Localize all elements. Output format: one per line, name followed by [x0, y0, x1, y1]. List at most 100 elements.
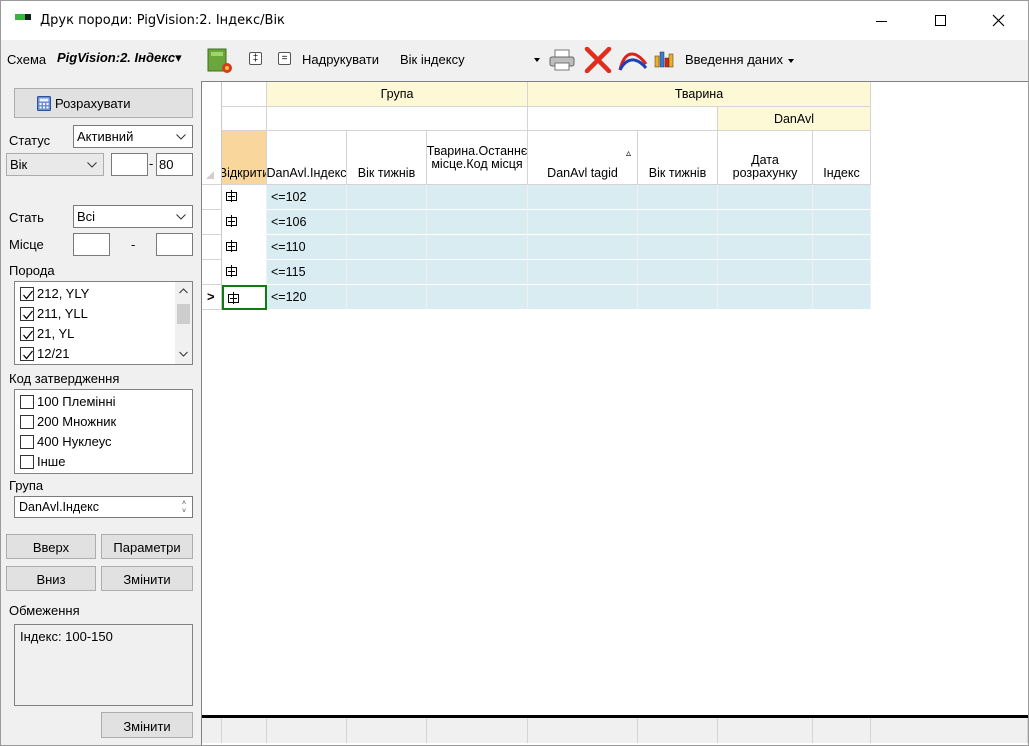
- expand-row-cell[interactable]: [222, 260, 267, 285]
- expand-row-cell[interactable]: [222, 235, 267, 260]
- breed-list-scrollbar[interactable]: [175, 282, 192, 364]
- data-cell[interactable]: [427, 260, 528, 285]
- pivot-grid[interactable]: Група Тварина DanAvl Відкрити DanAvl.Інд…: [201, 81, 1028, 745]
- chevron-up-icon[interactable]: [179, 288, 188, 294]
- column-header-danavl-tagid[interactable]: ▵ DanAvl tagid: [528, 131, 638, 185]
- curve-chart-icon[interactable]: [618, 48, 648, 72]
- data-cell[interactable]: [347, 235, 427, 260]
- collapse-all-button[interactable]: =: [278, 52, 291, 65]
- checkbox[interactable]: [20, 415, 34, 429]
- close-button[interactable]: [969, 1, 1027, 40]
- column-header-age-weeks[interactable]: Вік тижнів: [347, 131, 427, 185]
- status-select[interactable]: Активний: [73, 125, 193, 148]
- maximize-button[interactable]: [911, 1, 969, 40]
- column-header-open[interactable]: Відкрити: [222, 131, 267, 185]
- band-danavl[interactable]: DanAvl: [718, 107, 871, 131]
- data-cell[interactable]: [638, 185, 718, 210]
- print-option-select[interactable]: Вік індексу: [397, 49, 543, 71]
- expand-icon[interactable]: [226, 215, 237, 227]
- scrollbar-thumb[interactable]: [177, 304, 190, 324]
- updown-icon[interactable]: ˄ ˅: [178, 500, 190, 516]
- change-group-button[interactable]: Змінити: [101, 566, 193, 591]
- row-header[interactable]: >: [202, 285, 222, 310]
- data-cell[interactable]: [528, 210, 638, 235]
- expand-row-cell[interactable]: [222, 210, 267, 235]
- data-cell[interactable]: [427, 185, 528, 210]
- danavl-index-cell[interactable]: <=120: [267, 285, 347, 310]
- place-from-input[interactable]: [73, 233, 110, 256]
- checkbox[interactable]: [20, 435, 34, 449]
- row-header[interactable]: [202, 185, 222, 210]
- row-header[interactable]: [202, 235, 222, 260]
- data-cell[interactable]: [638, 260, 718, 285]
- data-cell[interactable]: [638, 210, 718, 235]
- data-cell[interactable]: [718, 260, 813, 285]
- danavl-index-cell[interactable]: <=106: [267, 210, 347, 235]
- age-select[interactable]: Вік: [6, 153, 104, 176]
- column-header-danavl-index[interactable]: DanAvl.Індекс: [267, 131, 347, 185]
- scheme-dropdown[interactable]: PigVision:2. Індекс▾: [57, 50, 197, 70]
- column-header-last-place[interactable]: Тварина.Останнє місце.Код місця: [427, 131, 528, 185]
- column-header-calc-date[interactable]: Дата розрахунку: [718, 131, 813, 185]
- data-cell[interactable]: [528, 285, 638, 310]
- data-cell[interactable]: [718, 185, 813, 210]
- age-to-input[interactable]: 80: [156, 153, 193, 176]
- expand-icon[interactable]: [226, 265, 237, 277]
- checkbox[interactable]: [20, 347, 34, 361]
- group-field[interactable]: DanAvl.Індекс ˄ ˅: [14, 496, 193, 518]
- expand-icon[interactable]: [226, 240, 237, 252]
- data-cell[interactable]: [347, 260, 427, 285]
- breed-list[interactable]: 212, YLY 211, YLL 21, YL 12/21: [14, 281, 193, 365]
- data-cell[interactable]: [813, 210, 871, 235]
- data-cell[interactable]: [427, 210, 528, 235]
- approval-list[interactable]: 100 Племінні 200 Множник 400 Нуклеус Інш…: [14, 389, 193, 474]
- data-cell[interactable]: [813, 185, 871, 210]
- checkbox[interactable]: [20, 455, 34, 469]
- data-cell[interactable]: [427, 285, 528, 310]
- data-cell[interactable]: [638, 235, 718, 260]
- column-header-animal-age-weeks[interactable]: Вік тижнів: [638, 131, 718, 185]
- checkbox[interactable]: [20, 307, 34, 321]
- minimize-button[interactable]: [852, 1, 910, 40]
- checkbox[interactable]: [20, 287, 34, 301]
- data-cell[interactable]: [638, 285, 718, 310]
- danavl-index-cell[interactable]: <=115: [267, 260, 347, 285]
- danavl-index-cell[interactable]: <=102: [267, 185, 347, 210]
- data-cell[interactable]: [347, 285, 427, 310]
- band-animal[interactable]: Тварина: [528, 82, 871, 107]
- bar-chart-icon[interactable]: [654, 50, 674, 68]
- checkbox[interactable]: [20, 327, 34, 341]
- row-header[interactable]: [202, 210, 222, 235]
- data-cell[interactable]: [813, 260, 871, 285]
- expand-row-cell[interactable]: [222, 185, 267, 210]
- calculate-button[interactable]: Розрахувати: [14, 88, 193, 118]
- expand-all-button[interactable]: ‡: [249, 52, 262, 65]
- age-from-input[interactable]: [111, 153, 148, 176]
- scheme-settings-icon[interactable]: [206, 47, 234, 75]
- data-cell[interactable]: [813, 235, 871, 260]
- expand-icon[interactable]: [228, 292, 239, 304]
- expand-icon[interactable]: [226, 190, 237, 202]
- parameters-button[interactable]: Параметри: [101, 534, 193, 559]
- data-cell[interactable]: [718, 210, 813, 235]
- printer-icon[interactable]: [549, 49, 575, 71]
- chevron-down-icon[interactable]: [179, 351, 188, 357]
- band-group[interactable]: Група: [267, 82, 528, 107]
- sex-select[interactable]: Всі: [73, 205, 193, 228]
- up-button[interactable]: Вверх: [6, 534, 96, 559]
- row-header[interactable]: [202, 260, 222, 285]
- data-cell[interactable]: [718, 235, 813, 260]
- data-cell[interactable]: [528, 260, 638, 285]
- data-entry-menu[interactable]: Введення даних: [685, 52, 794, 67]
- expand-row-cell[interactable]: [222, 285, 267, 310]
- checkbox[interactable]: [20, 395, 34, 409]
- data-cell[interactable]: [528, 235, 638, 260]
- data-cell[interactable]: [813, 285, 871, 310]
- change-restrictions-button[interactable]: Змінити: [101, 712, 193, 738]
- data-cell[interactable]: [718, 285, 813, 310]
- data-cell[interactable]: [528, 185, 638, 210]
- place-to-input[interactable]: [156, 233, 193, 256]
- danavl-index-cell[interactable]: <=110: [267, 235, 347, 260]
- data-cell[interactable]: [427, 235, 528, 260]
- data-cell[interactable]: [347, 185, 427, 210]
